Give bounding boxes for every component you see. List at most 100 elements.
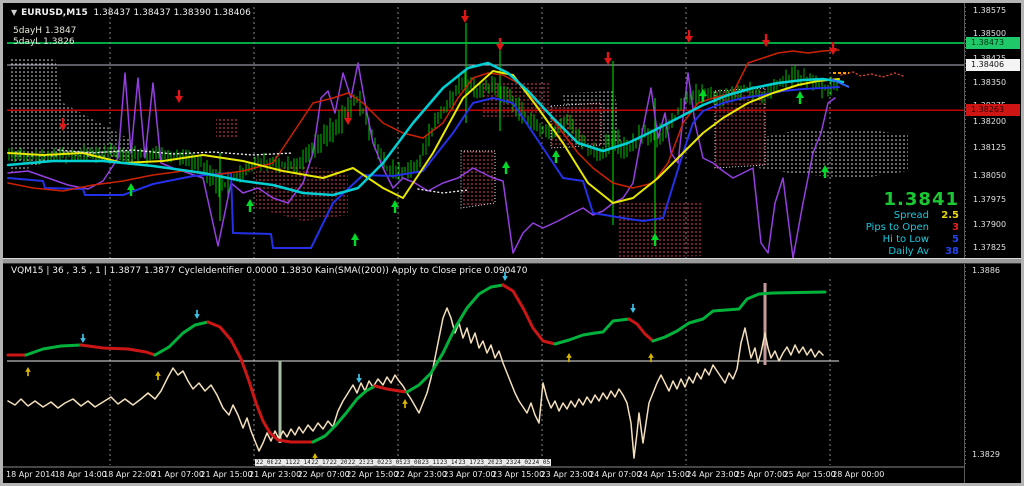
buy-arrow-icon [246,199,254,212]
signal-red-segment [206,320,315,444]
buy-arrow-icon [155,371,161,381]
indicator-axis-max: 1.3886 [972,266,1000,275]
time-axis-label: 22 Apr 15:00 [346,470,399,479]
chart-title: ▼ EURUSD,M15 1.38437 1.38437 1.38390 1.38… [11,8,251,18]
five-day-high-label: 5dayH 1.3847 [13,26,77,36]
mini-timestamp: 23_02 [365,459,386,466]
mini-timestamp: 23_20 [475,459,496,466]
price-axis[interactable]: 1.385751.385001.384251.383501.382751.382… [964,3,1021,483]
buy-arrow-icon [25,367,31,377]
signal-green-segment [553,317,631,346]
daily-av-label: Daily Av [888,246,929,257]
mt4-chart-window: ▼ EURUSD,M15 1.38437 1.38437 1.38390 1.38… [0,0,1024,486]
buy-arrow-icon [402,399,408,409]
signal-green-segment [311,384,377,444]
buy-arrow-icon [502,161,510,174]
sell-arrow-icon [356,373,362,383]
mini-timestamp: 24_05 [531,459,552,466]
time-axis-label: 23 Apr 15:00 [492,470,545,479]
five-day-high-price-tag: 1.38473 [966,37,1020,49]
mini-timestamp: 23_17 [457,459,478,466]
time-axis-label: 22 Apr 23:00 [394,470,447,479]
mini-timestamp: 23_08 [402,459,423,466]
time-axis[interactable]: 18 Apr 2014 18 Apr 14:00 18 Apr 22:00 21 Ap… [3,470,1021,483]
symbol-timeframe: EURUSD,M15 [21,8,88,18]
time-axis-label: 18 Apr 2014 [6,470,56,479]
pips-to-open-label: Pips to Open [865,222,929,233]
indicator-header: VQM15 | 36 , 3.5 , 1 | 1.3877 1.3877 Cyc… [11,266,528,276]
ohlc-values: 1.38437 1.38437 1.38390 1.38406 [93,8,251,18]
time-axis-label: 21 Apr 23:00 [249,470,302,479]
signal-red-segment [79,343,157,357]
white-dotted-cloud [758,129,908,178]
signal-green-segment [405,283,505,394]
info-row-daily-av: Daily Av 38 [866,246,959,258]
sell-arrow-icon [496,38,504,51]
hi-to-low-label: Hi to Low [882,234,929,245]
signal-green-segment [153,320,210,357]
time-axis-label: 23 Apr 23:00 [540,470,593,479]
pips-to-open-value: 3 [952,222,959,233]
hi-to-low-value: 5 [952,234,959,245]
signal-red-segment [501,283,557,346]
sell-arrow-icon [762,34,770,47]
time-axis-label: 25 Apr 07:00 [735,470,788,479]
bid-price-display: 1.3841 [883,189,959,210]
mini-timestamp: 22_11 [273,459,294,466]
sell-arrow-icon [604,52,612,65]
sell-arrow-icon [461,10,469,23]
time-axis-label: 24 Apr 15:00 [637,470,690,479]
signal-green-segment [651,290,827,343]
sell-arrow-icon [175,90,183,103]
signal-green-segment [24,343,83,357]
info-row-hi-to-low: Hi to Low 5 [866,234,959,246]
sell-arrow-icon [630,303,636,313]
sell-arrow-icon [194,309,200,319]
price-tick: 1.38350 [973,78,1007,87]
signal-red-segment [627,317,655,343]
time-axis-label: 23 Apr 07:00 [443,470,496,479]
mini-timestamp: 23_23 [494,459,515,466]
time-axis-label: 18 Apr 22:00 [103,470,156,479]
mini-timestamp: 22_14 [291,459,312,466]
time-axis-label: 28 Apr 00:00 [832,470,885,479]
buy-arrow-icon [391,200,399,213]
mini-timestamp: 23_05 [383,459,404,466]
buy-arrow-icon [796,91,804,104]
info-row-pips-to-open: Pips to Open 3 [866,222,959,234]
time-axis-label: 18 Apr 14:00 [54,470,107,479]
sell-arrow-icon [80,333,86,343]
price-tick: 1.37975 [973,195,1007,204]
spread-value: 2.5 [941,210,959,221]
signal-red-segment [373,384,409,394]
mini-timestamp: 23_11 [420,459,441,466]
price-tick: 1.37900 [973,220,1007,229]
time-axis-label: 22 Apr 07:00 [297,470,350,479]
five-day-low-label: 5dayL 1.3826 [13,37,75,47]
current-price-tag: 1.38406 [966,59,1020,71]
symbol-dropdown-icon[interactable]: ▼ [11,8,17,17]
price-tick: 1.38050 [973,171,1007,180]
price-tick: 1.38125 [973,143,1007,152]
vq-oscillator-line [7,307,824,459]
mini-timestamp: 22_08 [255,459,276,466]
red-dotted-cloud [216,119,239,137]
panel-divider[interactable] [3,258,1021,264]
red-dotted-cloud [460,150,496,209]
indicator-axis-min: 1.3829 [972,450,1000,459]
dotted-trail [840,71,904,78]
time-axis-label: 21 Apr 07:00 [151,470,204,479]
mini-timestamp: 22_17 [310,459,331,466]
time-axis-label: 24 Apr 07:00 [589,470,642,479]
price-tick: 1.37825 [973,243,1007,252]
buy-arrow-icon [552,150,560,163]
sell-arrow-icon [685,30,693,43]
price-tick: 1.38575 [973,6,1007,15]
info-row-spread: Spread 2.5 [866,210,959,222]
mini-timestamp: 22_20 [328,459,349,466]
time-axis-label: 21 Apr 15:00 [200,470,253,479]
five-day-low-price-tag: 1.38263 [966,104,1020,116]
red-dotted-cloud [618,201,703,258]
time-axis-label: 25 Apr 15:00 [783,470,836,479]
daily-av-value: 38 [945,246,959,257]
